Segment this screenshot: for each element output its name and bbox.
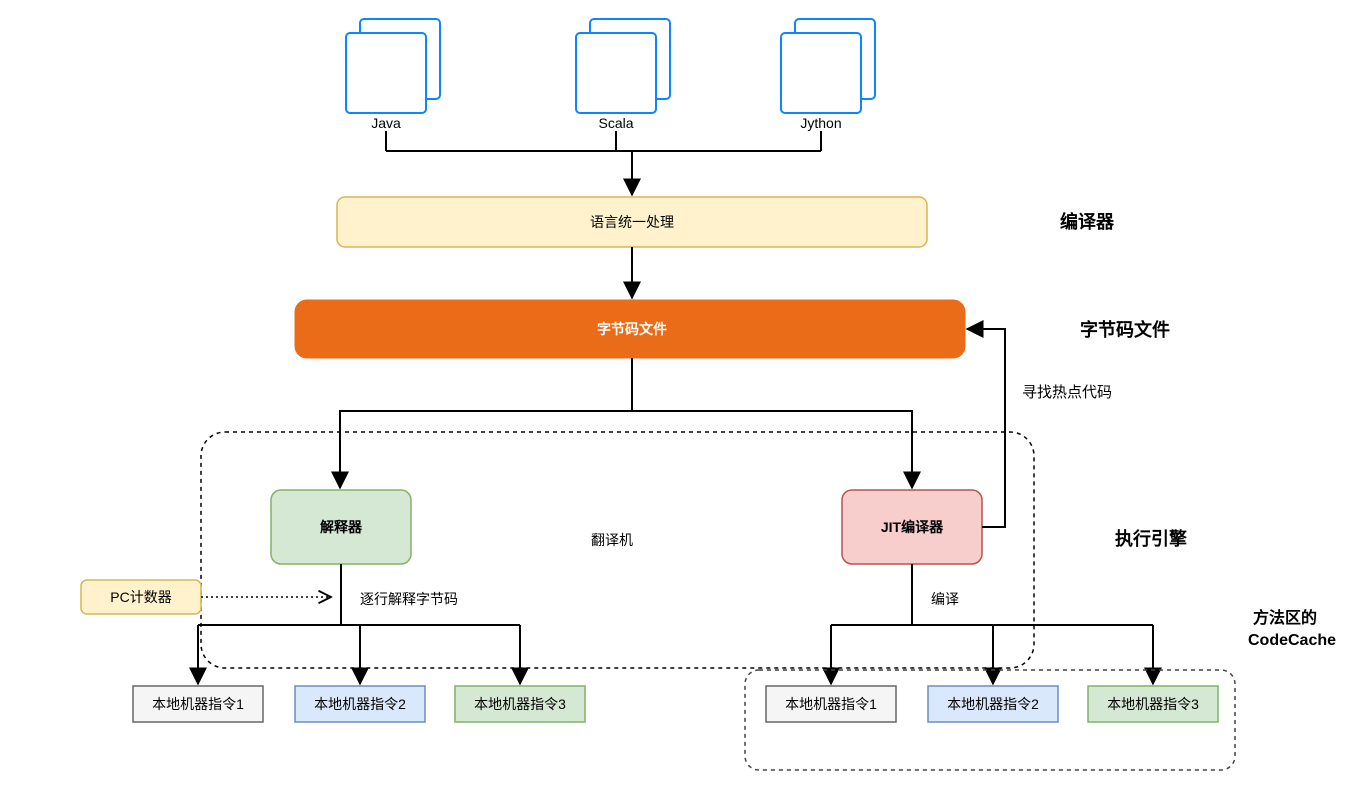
jit-instr1-label: 本地机器指令1 bbox=[785, 696, 877, 712]
jit-label: JIT编译器 bbox=[881, 519, 944, 535]
translator-label: 翻译机 bbox=[591, 532, 633, 548]
languages-to-unify-connector bbox=[386, 131, 821, 195]
compile-label: 编译 bbox=[931, 591, 959, 607]
interpreter-fanout bbox=[198, 597, 520, 684]
jit-fanout bbox=[831, 597, 1153, 684]
architecture-diagram: Java Scala Jython 语言统一处理 编译器 字节码文件 字节码文件… bbox=[0, 0, 1350, 791]
lang-jython-label: Jython bbox=[800, 115, 841, 131]
pc-counter-label: PC计数器 bbox=[110, 589, 171, 605]
hotspot-label: 寻找热点代码 bbox=[1022, 384, 1112, 401]
lang-scala-label: Scala bbox=[598, 115, 633, 131]
side-compiler-label: 编译器 bbox=[1060, 211, 1115, 232]
bytecode-to-jit-arrow bbox=[632, 411, 912, 488]
interp-instr1-label: 本地机器指令1 bbox=[152, 696, 244, 712]
interp-instr2-label: 本地机器指令2 bbox=[314, 696, 406, 712]
jit-instr2-label: 本地机器指令2 bbox=[947, 696, 1039, 712]
lang-java-label: Java bbox=[371, 115, 401, 131]
bytecode-label: 字节码文件 bbox=[597, 321, 667, 337]
perline-label: 逐行解释字节码 bbox=[360, 591, 458, 607]
side-codecache-label1: 方法区的 bbox=[1253, 608, 1317, 627]
lang-java-stack: Java bbox=[346, 19, 440, 131]
jit-instr3-label: 本地机器指令3 bbox=[1107, 696, 1199, 712]
bytecode-to-interpreter-arrow bbox=[340, 358, 632, 488]
side-engine-label: 执行引擎 bbox=[1115, 528, 1187, 549]
lang-scala-stack: Scala bbox=[576, 19, 670, 131]
lang-jython-stack: Jython bbox=[781, 19, 875, 131]
side-codecache-label2: CodeCache bbox=[1248, 632, 1336, 649]
unify-label: 语言统一处理 bbox=[590, 214, 674, 230]
interpreter-label: 解释器 bbox=[320, 519, 363, 535]
interp-instr3-label: 本地机器指令3 bbox=[474, 696, 566, 712]
side-bytecode-label: 字节码文件 bbox=[1080, 319, 1170, 340]
